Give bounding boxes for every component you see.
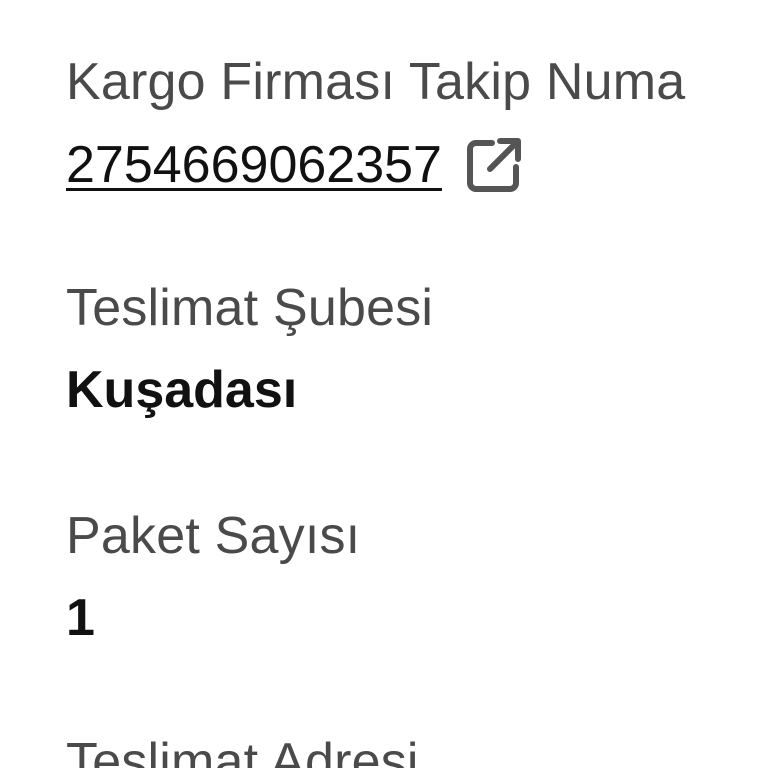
- carrier-tracking-label: Kargo Firması Takip Numa: [66, 53, 686, 111]
- package-count-label: Paket Sayısı: [66, 507, 361, 565]
- tracking-number-row: 2754669062357: [66, 134, 526, 196]
- external-link-icon[interactable]: [462, 133, 526, 197]
- delivery-address-label: Teslimat Adresi: [66, 733, 419, 768]
- delivery-branch-label: Teslimat Şubesi: [66, 279, 434, 337]
- tracking-number-link[interactable]: 2754669062357: [66, 135, 442, 195]
- package-count-value: 1: [66, 589, 95, 647]
- shipment-details: Kargo Firması Takip Numa 2754669062357 T…: [0, 0, 768, 768]
- delivery-branch-value: Kuşadası: [66, 361, 298, 419]
